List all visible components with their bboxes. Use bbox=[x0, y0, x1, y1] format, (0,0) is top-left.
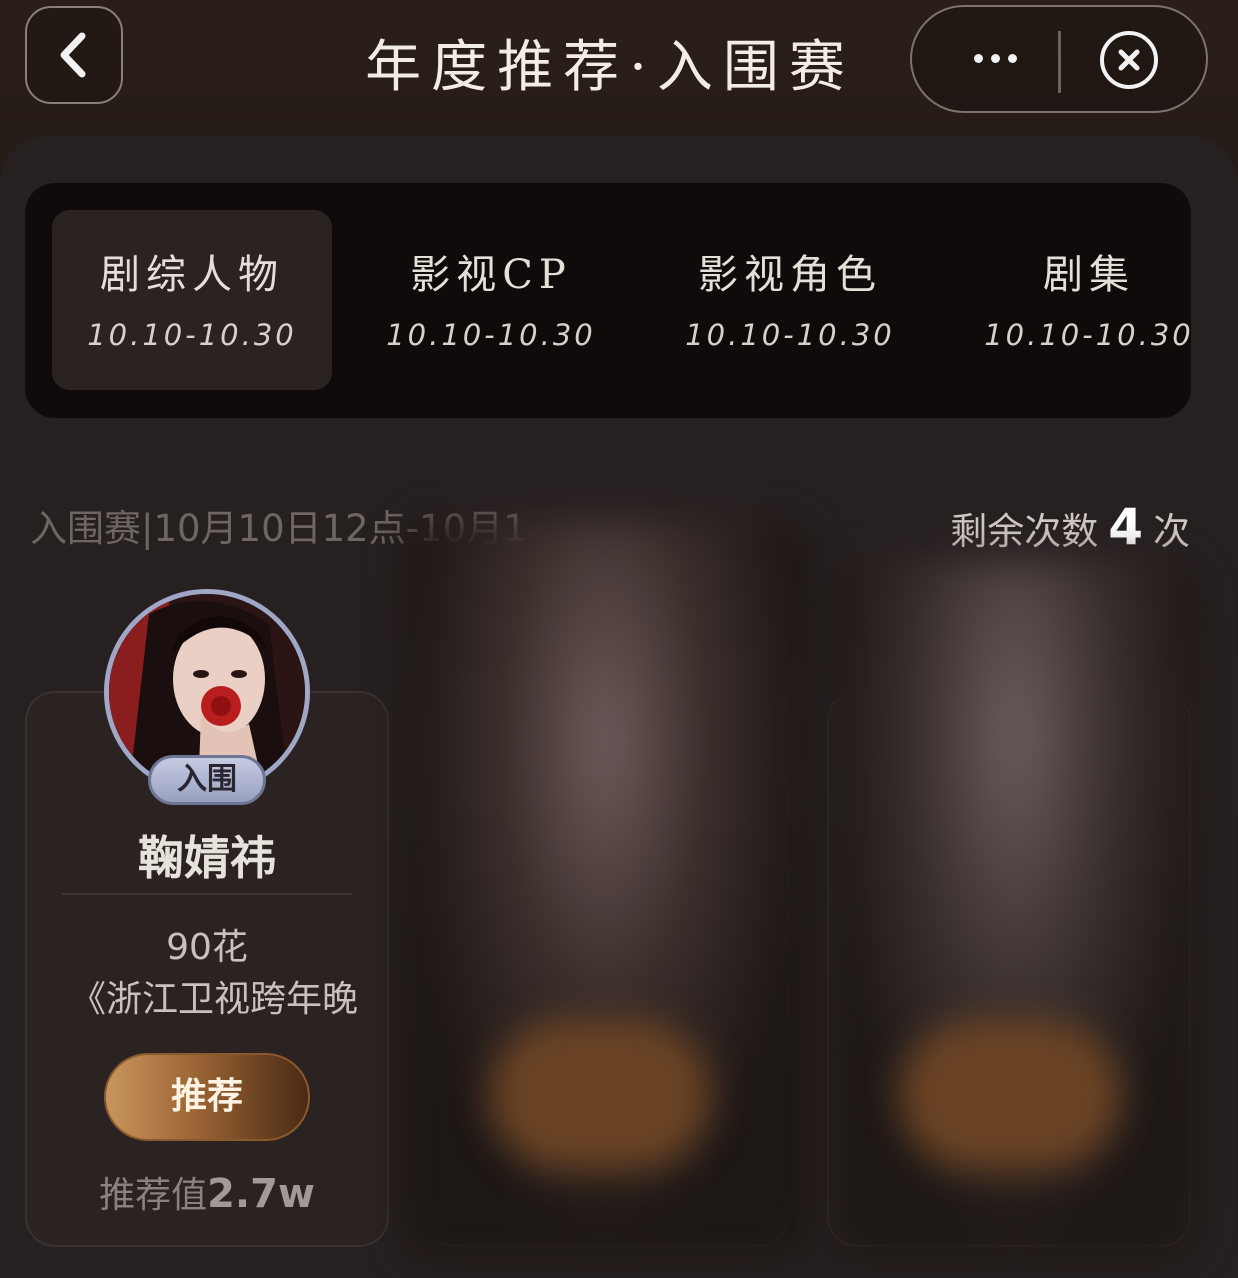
remaining-unit: 次 bbox=[1153, 510, 1190, 553]
tab-date: 10.10-10.30 bbox=[386, 318, 596, 352]
tab-series[interactable]: 剧集 10.10-10.30 bbox=[949, 210, 1229, 390]
tab-label: 影视角色 bbox=[698, 252, 882, 298]
recommend-value: 推荐值2.7w bbox=[25, 1166, 389, 1218]
tab-label: 剧集 bbox=[1043, 252, 1135, 298]
blurred-button bbox=[900, 1020, 1120, 1170]
tab-date: 10.10-10.30 bbox=[87, 318, 297, 352]
tab-label: 剧综人物 bbox=[100, 252, 284, 298]
candidate-tag: 90花 bbox=[166, 927, 248, 968]
tab-date: 10.10-10.30 bbox=[685, 318, 895, 352]
header: 年度推荐·入围赛 bbox=[0, 0, 1238, 135]
back-button[interactable] bbox=[25, 6, 123, 104]
remaining-votes: 剩余次数 4 次 bbox=[950, 498, 1190, 556]
chevron-left-icon bbox=[60, 32, 86, 78]
remaining-count: 4 bbox=[1108, 498, 1143, 556]
status-badge: 入围 bbox=[148, 755, 266, 805]
candidate-name: 鞠婧祎 bbox=[138, 831, 276, 885]
category-tabs: 剧综人物 10.10-10.30 影视CP 10.10-10.30 影视角色 1… bbox=[25, 183, 1191, 418]
close-circle-icon[interactable] bbox=[1100, 31, 1158, 89]
recommend-value-label: 推荐值 bbox=[99, 1175, 208, 1216]
tab-drama-people[interactable]: 剧综人物 10.10-10.30 bbox=[52, 210, 332, 390]
tab-film-cp[interactable]: 影视CP 10.10-10.30 bbox=[351, 210, 631, 390]
tab-date: 10.10-10.30 bbox=[984, 318, 1194, 352]
blurred-button bbox=[490, 1020, 710, 1170]
tab-film-role[interactable]: 影视角色 10.10-10.30 bbox=[650, 210, 930, 390]
name-divider bbox=[62, 893, 352, 895]
tab-label: 影视CP bbox=[410, 252, 572, 298]
recommend-button[interactable]: 推荐 bbox=[104, 1053, 310, 1141]
page-title: 年度推荐·入围赛 bbox=[365, 35, 855, 100]
capsule-divider bbox=[1058, 31, 1061, 93]
candidate-work: 《浙江卫视跨年晚 bbox=[70, 979, 359, 1020]
remaining-label: 剩余次数 bbox=[950, 510, 1099, 553]
more-dots-icon[interactable] bbox=[960, 33, 1030, 83]
page: 年度推荐·入围赛 剧综人物 10.10-10.30 影视CP 10.10-10.… bbox=[0, 0, 1238, 1278]
recommend-value-number: 2.7w bbox=[207, 1171, 315, 1217]
avatar-wrap: 入围 bbox=[104, 589, 310, 805]
mini-program-capsule bbox=[910, 5, 1208, 113]
